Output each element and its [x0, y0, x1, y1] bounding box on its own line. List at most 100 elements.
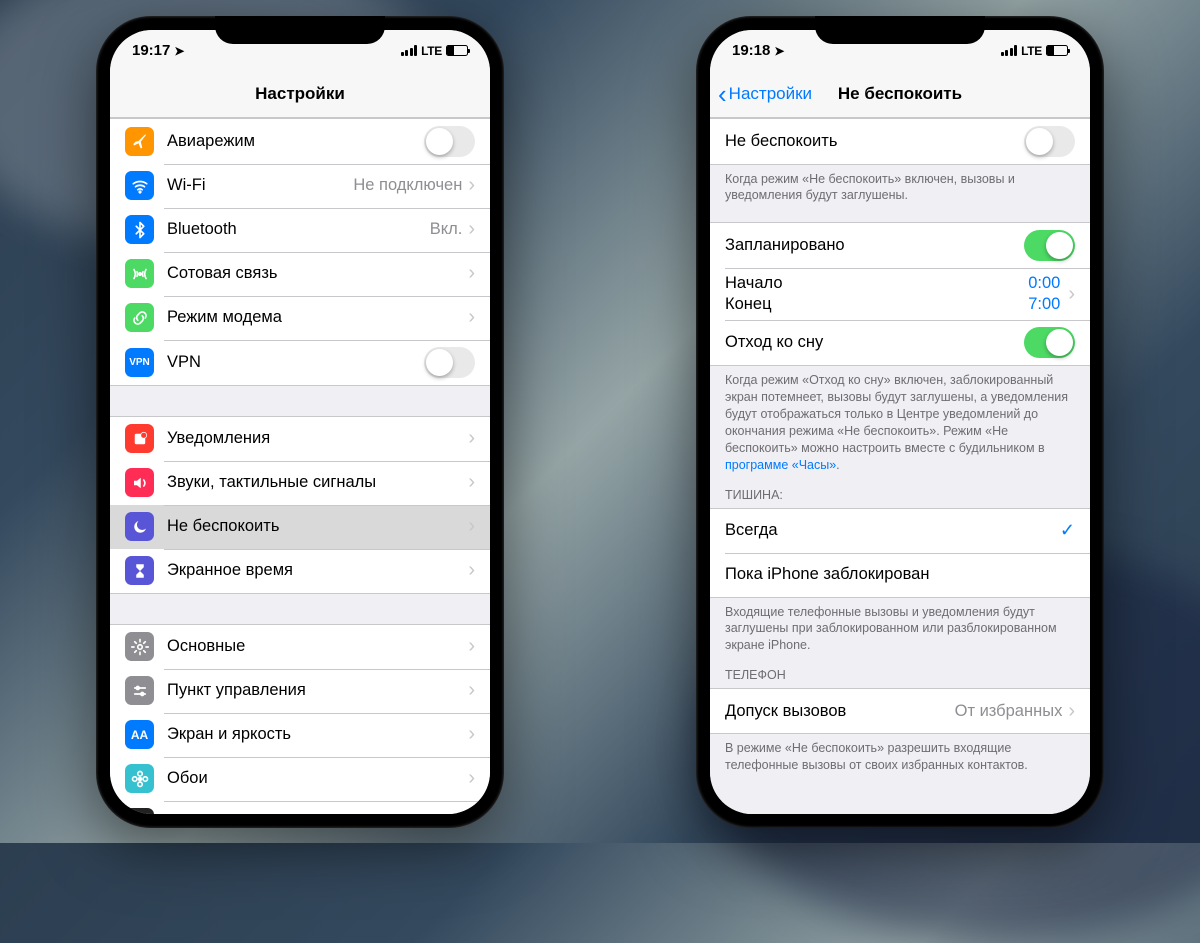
flower-icon	[125, 764, 154, 793]
status-right: LTE	[1001, 44, 1068, 58]
siri-icon	[125, 808, 154, 814]
airplane-switch[interactable]	[424, 126, 475, 157]
end-label: Конец	[725, 295, 772, 314]
vpn-icon: VPN	[125, 348, 154, 377]
settings-row-textsize[interactable]: AAЭкран и яркость›	[110, 713, 490, 757]
allow-value: От избранных	[955, 702, 1063, 721]
chevron-right-icon: ›	[468, 218, 475, 241]
location-icon: ➤	[774, 44, 784, 58]
status-left: 19:18 ➤	[732, 42, 784, 59]
gear-icon	[125, 632, 154, 661]
chevron-right-icon: ›	[468, 559, 475, 582]
moon-icon	[125, 512, 154, 541]
silence-always-row[interactable]: Всегда ✓	[710, 509, 1090, 553]
settings-row-wifi[interactable]: Wi-FiНе подключен›	[110, 164, 490, 208]
dnd-switch[interactable]	[1024, 126, 1075, 157]
nav-title: Не беспокоить	[838, 84, 962, 104]
status-right: LTE	[401, 44, 468, 58]
row-label: Пункт управления	[167, 681, 468, 700]
settings-row-antenna[interactable]: Сотовая связь›	[110, 252, 490, 296]
allow-label: Допуск вызовов	[725, 702, 955, 721]
silence-header: ТИШИНА:	[710, 474, 1090, 508]
dnd-footer: Когда режим «Не беспокоить» включен, выз…	[710, 165, 1090, 205]
bedtime-row[interactable]: Отход ко сну	[710, 320, 1090, 365]
settings-row-hourglass[interactable]: Экранное время›	[110, 549, 490, 593]
row-label: Siri и Поиск	[167, 813, 468, 814]
antenna-icon	[125, 259, 154, 288]
chevron-right-icon: ›	[468, 635, 475, 658]
settings-row-bluetooth[interactable]: BluetoothВкл. ›	[110, 208, 490, 252]
chevron-right-icon: ›	[468, 679, 475, 702]
notch	[215, 16, 385, 44]
carrier-label: LTE	[421, 44, 442, 58]
battery-icon	[446, 45, 468, 56]
row-label: Режим модема	[167, 308, 468, 327]
carrier-label: LTE	[1021, 44, 1042, 58]
dnd-settings[interactable]: Не беспокоить Когда режим «Не беспокоить…	[710, 118, 1090, 814]
settings-row-link[interactable]: Режим модема›	[110, 296, 490, 340]
link-icon	[125, 303, 154, 332]
phone-left: 19:17 ➤ LTE Настройки АвиарежимWi-FiНе п…	[96, 16, 504, 828]
settings-row-flower[interactable]: Обои›	[110, 757, 490, 801]
settings-row-notify[interactable]: Уведомления›	[110, 417, 490, 461]
status-time: 19:17	[132, 42, 170, 59]
chevron-right-icon: ›	[468, 306, 475, 329]
allow-calls-row[interactable]: Допуск вызовов От избранных ›	[710, 689, 1090, 733]
settings-row-airplane[interactable]: Авиарежим	[110, 119, 490, 164]
chevron-right-icon: ›	[468, 767, 475, 790]
notch	[815, 16, 985, 44]
nav-title: Настройки	[255, 84, 345, 104]
row-label: Основные	[167, 637, 468, 656]
signal-icon	[401, 45, 418, 56]
row-label: Wi-Fi	[167, 176, 353, 195]
settings-row-siri[interactable]: Siri и Поиск›	[110, 801, 490, 814]
settings-row-moon[interactable]: Не беспокоить›	[110, 505, 490, 549]
end-value: 7:00	[1028, 295, 1060, 314]
sliders-icon	[125, 676, 154, 705]
signal-icon	[1001, 45, 1018, 56]
back-button[interactable]: ‹ Настройки	[718, 84, 812, 104]
settings-row-sliders[interactable]: Пункт управления›	[110, 669, 490, 713]
chevron-right-icon: ›	[468, 427, 475, 450]
settings-row-sound[interactable]: Звуки, тактильные сигналы›	[110, 461, 490, 505]
schedule-time-row[interactable]: Начало 0:00 Конец 7:00 ›	[710, 268, 1090, 320]
row-label: Экранное время	[167, 561, 468, 580]
row-value: Не подключен	[353, 176, 462, 195]
scheduled-row[interactable]: Запланировано	[710, 223, 1090, 268]
row-value: Вкл.	[430, 220, 463, 239]
settings-row-gear[interactable]: Основные›	[110, 625, 490, 669]
row-label: Уведомления	[167, 429, 468, 448]
vpn-switch[interactable]	[424, 347, 475, 378]
dnd-toggle-row[interactable]: Не беспокоить	[710, 119, 1090, 164]
start-label: Начало	[725, 274, 783, 293]
phone-header: ТЕЛЕФОН	[710, 654, 1090, 688]
silence-locked-row[interactable]: Пока iPhone заблокирован	[710, 553, 1090, 597]
always-label: Всегда	[725, 521, 1060, 540]
clock-app-link[interactable]: программе «Часы»	[725, 458, 836, 472]
chevron-right-icon: ›	[1068, 283, 1075, 306]
wifi-icon	[125, 171, 154, 200]
status-left: 19:17 ➤	[132, 42, 184, 59]
bedtime-switch[interactable]	[1024, 327, 1075, 358]
checkmark-icon: ✓	[1060, 520, 1075, 541]
notify-icon	[125, 424, 154, 453]
chevron-right-icon: ›	[468, 811, 475, 814]
dnd-label: Не беспокоить	[725, 132, 1024, 151]
locked-label: Пока iPhone заблокирован	[725, 565, 1075, 584]
sound-icon	[125, 468, 154, 497]
phone-right: 19:18 ➤ LTE ‹ Настройки Не беспокоить Не…	[696, 16, 1104, 828]
battery-icon	[1046, 45, 1068, 56]
settings-row-vpn[interactable]: VPN VPN	[110, 340, 490, 385]
chevron-right-icon: ›	[468, 471, 475, 494]
chevron-right-icon: ›	[1068, 700, 1075, 723]
row-label: Bluetooth	[167, 220, 430, 239]
chevron-right-icon: ›	[468, 515, 475, 538]
settings-list[interactable]: АвиарежимWi-FiНе подключен›BluetoothВкл.…	[110, 118, 490, 814]
row-label: VPN	[167, 353, 424, 372]
start-value: 0:00	[1028, 274, 1060, 293]
hourglass-icon	[125, 556, 154, 585]
textsize-icon: AA	[125, 720, 154, 749]
screen-right: 19:18 ➤ LTE ‹ Настройки Не беспокоить Не…	[710, 30, 1090, 814]
scheduled-switch[interactable]	[1024, 230, 1075, 261]
row-label: Обои	[167, 769, 468, 788]
